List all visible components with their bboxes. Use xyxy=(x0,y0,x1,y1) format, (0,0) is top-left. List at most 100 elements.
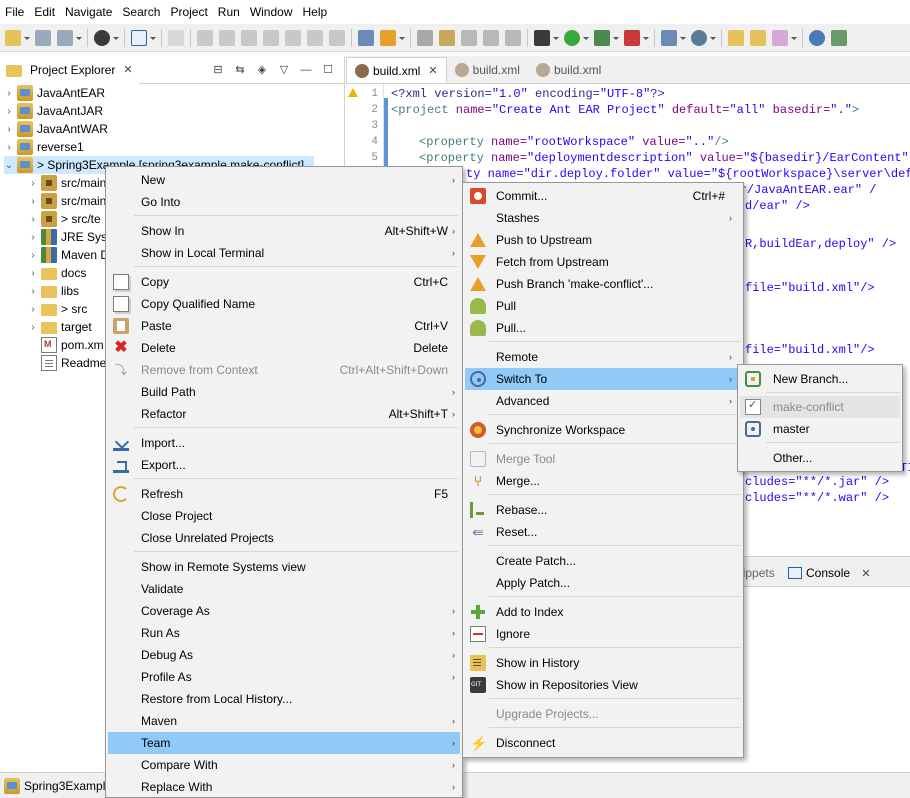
open-folder-icon[interactable] xyxy=(728,29,744,46)
menu-item-paste[interactable]: Paste Ctrl+V xyxy=(108,315,460,337)
skip-breakpoints-icon[interactable] xyxy=(168,29,184,46)
menu-item-validate[interactable]: Validate xyxy=(108,578,460,600)
menu-window[interactable]: Window xyxy=(245,0,298,24)
chevron-down-icon[interactable] xyxy=(76,30,82,46)
tree-item[interactable]: › JavaAntWAR xyxy=(4,120,108,138)
git-icon[interactable] xyxy=(417,29,433,46)
mark-occurrences-icon[interactable] xyxy=(380,29,396,46)
link-with-editor-icon[interactable]: ⇆ xyxy=(232,62,248,78)
view-menu-icon[interactable]: ▽ xyxy=(276,62,292,78)
menu-item-run-as[interactable]: Run As › xyxy=(108,622,460,644)
menu-item-show-in-history[interactable]: Show in History xyxy=(465,652,741,674)
menu-item-profile-as[interactable]: Profile As › xyxy=(108,666,460,688)
chevron-right-icon[interactable]: › xyxy=(28,322,38,333)
menu-item-maven[interactable]: Maven › xyxy=(108,710,460,732)
menu-item-replace-with[interactable]: Replace With › xyxy=(108,776,460,798)
chevron-down-icon[interactable] xyxy=(553,30,559,46)
menu-item-ignore[interactable]: Ignore xyxy=(465,623,741,645)
toggle-breadcrumb-icon[interactable] xyxy=(461,29,477,46)
tree-item[interactable]: › docs xyxy=(28,264,86,282)
menu-item-copy[interactable]: Copy Ctrl+C xyxy=(108,271,460,293)
run-icon[interactable] xyxy=(564,29,580,46)
open-project-icon[interactable] xyxy=(750,29,766,46)
menu-item-build-path[interactable]: Build Path › xyxy=(108,381,460,403)
menu-item-merge-tool[interactable]: Merge Tool xyxy=(465,448,741,470)
focus-icon[interactable]: ◈ xyxy=(254,62,270,78)
chevron-down-icon[interactable] xyxy=(680,30,686,46)
save-all-icon[interactable] xyxy=(57,29,73,46)
tree-item[interactable]: › JavaAntEAR xyxy=(4,84,105,102)
pencil-icon[interactable] xyxy=(439,29,455,46)
menu-item-show-in-repositories[interactable]: Show in Repositories View xyxy=(465,674,741,696)
tree-item[interactable]: › JRE Syst xyxy=(28,228,110,246)
menu-item-push-to-upstream[interactable]: Push to Upstream xyxy=(465,229,741,251)
menu-item-switch-to[interactable]: Switch To › xyxy=(465,368,741,390)
new-server-icon[interactable] xyxy=(661,29,677,46)
code-line-15[interactable]: file="build.xml"/> xyxy=(745,342,875,358)
tree-item[interactable]: › > src/te xyxy=(28,210,101,228)
chevron-right-icon[interactable]: › xyxy=(4,106,14,117)
menu-item-synchronize-workspace[interactable]: Synchronize Workspace xyxy=(465,419,741,441)
menu-item-export[interactable]: Export... xyxy=(108,454,460,476)
perspective-icon[interactable] xyxy=(831,29,847,46)
code-line-10[interactable]: R,buildEar,deploy" /> xyxy=(745,236,896,252)
menu-file[interactable]: File xyxy=(0,0,29,24)
menu-item-new-branch[interactable]: New Branch... xyxy=(740,368,900,390)
menu-item-debug-as[interactable]: Debug As › xyxy=(108,644,460,666)
code-line-2[interactable]: <project name="Create Ant EAR Project" d… xyxy=(391,102,859,118)
menu-item-advanced[interactable]: Advanced › xyxy=(465,390,741,412)
menu-item-close-unrelated-projects[interactable]: Close Unrelated Projects xyxy=(108,527,460,549)
menu-item-close-project[interactable]: Close Project xyxy=(108,505,460,527)
menu-item-restore-from-history[interactable]: Restore from Local History... xyxy=(108,688,460,710)
chevron-down-icon[interactable]: ⌄ xyxy=(4,160,14,171)
chevron-right-icon[interactable]: › xyxy=(28,196,38,207)
code-line-12[interactable]: file="build.xml"/> xyxy=(745,280,875,296)
chevron-right-icon[interactable]: › xyxy=(28,304,38,315)
menu-item-push-branch[interactable]: Push Branch 'make-conflict'... xyxy=(465,273,741,295)
menu-item-fetch-from-upstream[interactable]: Fetch from Upstream xyxy=(465,251,741,273)
run-external-icon[interactable] xyxy=(594,29,610,46)
menu-item-import[interactable]: Import... xyxy=(108,432,460,454)
menu-item-pull-dialog[interactable]: Pull... xyxy=(465,317,741,339)
menu-item-refresh[interactable]: Refresh F5 xyxy=(108,483,460,505)
tree-item[interactable]: › target xyxy=(28,318,92,336)
menu-run[interactable]: Run xyxy=(213,0,245,24)
menu-item-remove-from-context[interactable]: ⤵ Remove from Context Ctrl+Alt+Shift+Dow… xyxy=(108,359,460,381)
globe-icon[interactable] xyxy=(809,29,825,46)
chevron-right-icon[interactable]: › xyxy=(28,268,38,279)
close-icon[interactable]: ✕ xyxy=(428,64,437,77)
menu-search[interactable]: Search xyxy=(117,0,165,24)
terminal-icon[interactable] xyxy=(131,29,147,46)
menu-item-apply-patch[interactable]: Apply Patch... xyxy=(465,572,741,594)
menu-item-upgrade-projects[interactable]: Upgrade Projects... xyxy=(465,703,741,725)
save-icon[interactable] xyxy=(35,29,51,46)
menu-edit[interactable]: Edit xyxy=(29,0,60,24)
chevron-down-icon[interactable] xyxy=(150,30,156,46)
chevron-right-icon[interactable]: › xyxy=(4,124,14,135)
code-line-4[interactable]: <property name="rootWorkspace" value="..… xyxy=(419,134,729,150)
new-class-icon[interactable] xyxy=(691,29,707,46)
show-whitespace-icon[interactable] xyxy=(505,29,521,46)
menu-item-reset[interactable]: ⇚ Reset... xyxy=(465,521,741,543)
tree-item[interactable]: pom.xm xyxy=(41,336,104,354)
project-explorer-tab[interactable]: Project Explorer ✕ xyxy=(0,55,139,84)
chevron-right-icon[interactable]: › xyxy=(28,250,38,261)
stop-icon[interactable] xyxy=(624,29,640,46)
menu-item-other[interactable]: Other... xyxy=(740,447,900,469)
minimize-icon[interactable]: — xyxy=(298,62,314,78)
chevron-right-icon[interactable]: › xyxy=(28,178,38,189)
suspend-icon[interactable] xyxy=(219,29,235,46)
chevron-down-icon[interactable] xyxy=(24,30,30,46)
menu-item-commit[interactable]: Commit... Ctrl+# xyxy=(465,185,741,207)
tree-item[interactable]: › JavaAntJAR xyxy=(4,102,103,120)
chevron-down-icon[interactable] xyxy=(791,30,797,46)
tree-item[interactable]: › Maven D xyxy=(28,246,109,264)
menu-item-coverage-as[interactable]: Coverage As › xyxy=(108,600,460,622)
debug-icon[interactable] xyxy=(94,29,110,46)
menu-item-make-conflict[interactable]: make-conflict xyxy=(740,396,900,418)
new-icon[interactable] xyxy=(5,29,21,46)
code-line-8[interactable]: d/ear" /> xyxy=(745,198,810,214)
tree-item[interactable]: › libs xyxy=(28,282,79,300)
open-task-icon[interactable] xyxy=(358,29,374,46)
menu-item-show-in[interactable]: Show In Alt+Shift+W › xyxy=(108,220,460,242)
